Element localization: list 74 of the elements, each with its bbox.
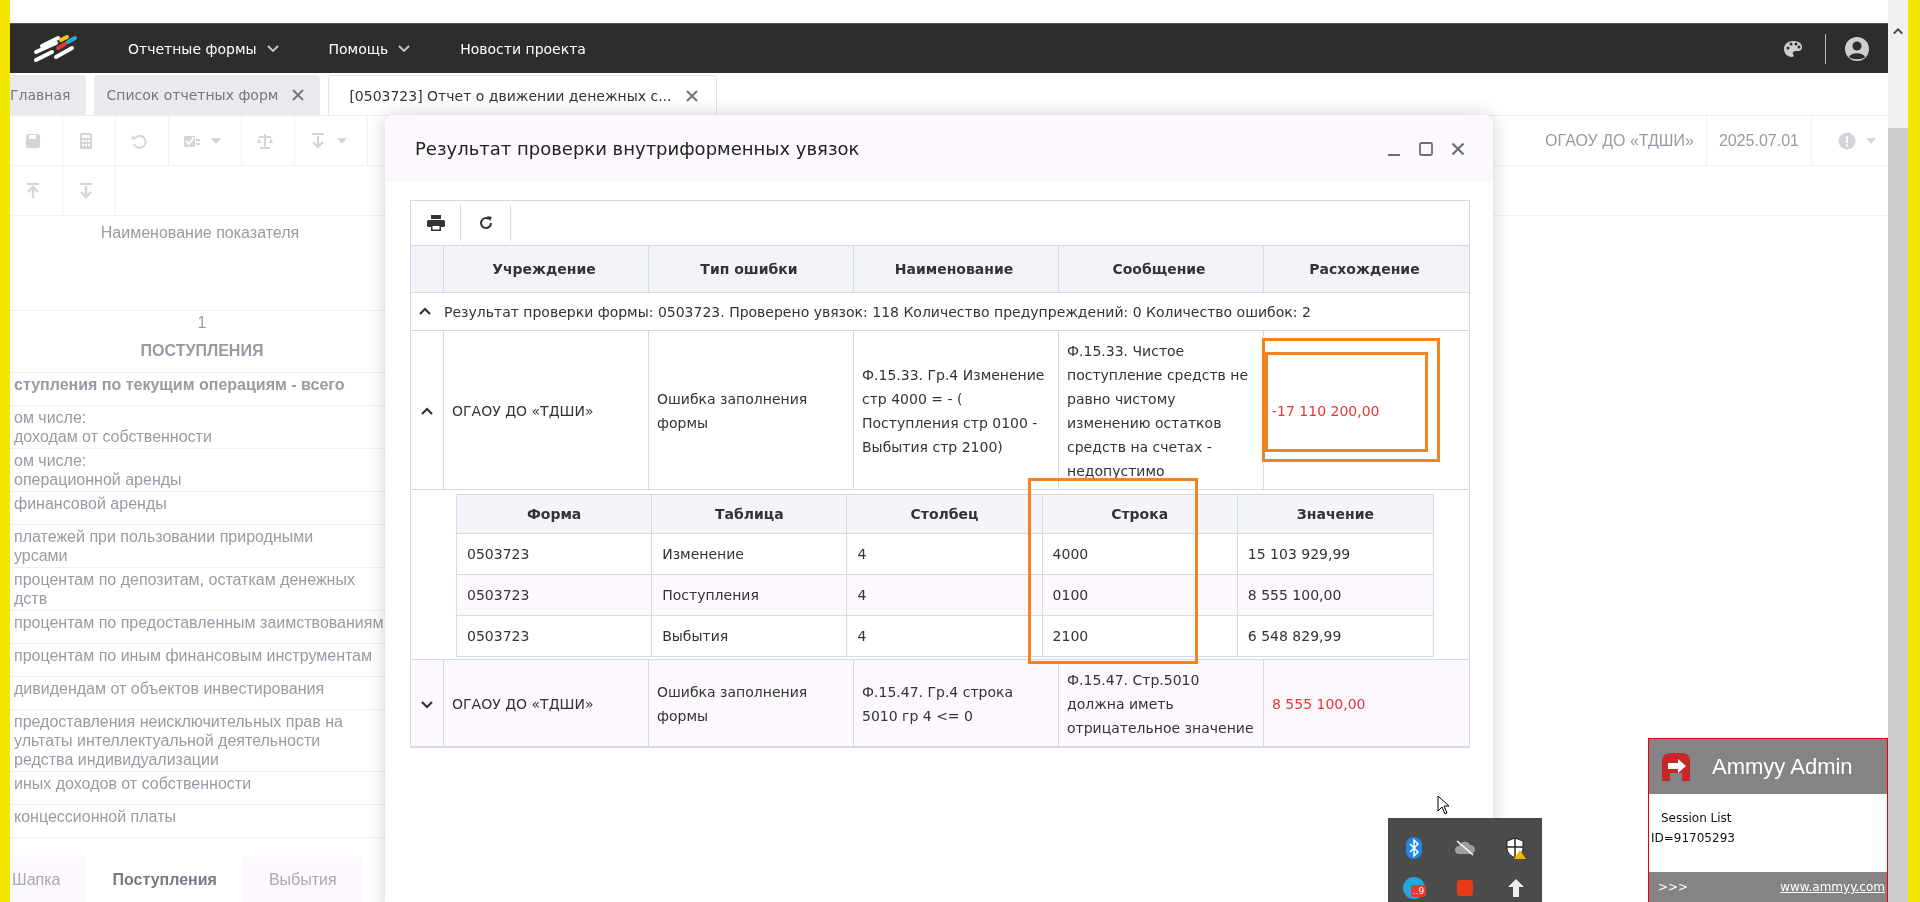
date-label: 2025.07.01 — [1706, 116, 1812, 165]
tab[interactable]: Главная — [10, 75, 87, 115]
column-header: Сообщение — [1059, 246, 1264, 292]
table-cell: Ф.15.47. Стр.5010 должна иметь отрицательное значение — [1059, 660, 1264, 746]
dialog-title: Результат проверки внутриформенных увязок — [415, 138, 860, 159]
table-cell: 4 — [847, 616, 1043, 656]
close-icon[interactable] — [1451, 141, 1465, 156]
sheet-tab[interactable]: Шапка — [10, 857, 87, 902]
chevron-icon[interactable] — [420, 405, 434, 417]
id-label: ID=91705293 — [1651, 831, 1736, 845]
notification-badge: ..9 — [1410, 885, 1427, 897]
column-header: Тип ошибки — [649, 246, 854, 292]
column-header: Расхождение — [1308, 260, 1421, 279]
mouse-pointer-icon — [1437, 795, 1451, 815]
column-header: Значение — [1295, 505, 1375, 524]
table-cell: Изменение — [652, 534, 848, 574]
table-cell: 0503723 — [457, 534, 653, 574]
cloud-off-icon[interactable] — [1454, 840, 1476, 856]
table-cell-text: 8 555 100,00 — [1246, 586, 1343, 605]
palette-icon[interactable] — [1783, 38, 1803, 59]
scroll-up-icon[interactable] — [1892, 26, 1904, 36]
menu-item[interactable]: Помощь — [328, 34, 411, 63]
table-cell: 4000 — [1042, 534, 1238, 574]
print-icon — [426, 215, 445, 231]
column-header: Наименование — [854, 246, 1059, 292]
table-cell: 0100 — [1042, 575, 1238, 615]
tab[interactable]: Список отчетных форм — [94, 75, 321, 115]
table-cell: 0503723 — [457, 575, 653, 615]
app-logo[interactable] — [32, 33, 78, 64]
column-header: Столбец — [847, 495, 1043, 533]
table-cell-text: 6 548 829,99 — [1246, 627, 1343, 646]
group-summary: Результат проверки формы: 0503723. Проверено увязок: 118 Количество предупреждений: 0 Количество ошибок: 2 — [444, 303, 1311, 320]
table-cell-text: 8 555 100,00 — [1272, 695, 1366, 714]
table-cell: 0503723 — [457, 616, 653, 656]
shield-warning-icon[interactable] — [1506, 837, 1527, 859]
user-avatar-icon[interactable] — [1844, 35, 1870, 62]
website-link[interactable]: www.ammyy.com — [1780, 880, 1885, 894]
table-cell: 4 — [847, 534, 1043, 574]
table-cell-text: 15 103 929,99 — [1246, 545, 1352, 564]
maximize-icon[interactable] — [1419, 141, 1433, 156]
column-header: Строка — [1042, 495, 1238, 533]
table-cell: Ф.15.33. Гр.4 Изменение стр 4000 = - ( Поступления стр 0100 - Выбытия стр 2100) — [854, 331, 1059, 489]
table-cell: Ф.15.47. Гр.4 строка 5010 гр 4 <= 0 — [854, 660, 1059, 746]
table-cell: ОГАОУ ДО «ТДШИ» — [444, 660, 649, 746]
menu-item[interactable]: Отчетные формы — [128, 34, 279, 63]
table-cell: Ошибка заполнения формы — [649, 331, 854, 489]
organization-label: ОГАОУ ДО «ТДШИ» — [1533, 116, 1707, 165]
sheet-tab[interactable]: Выбытия — [242, 857, 363, 902]
chevron-icon[interactable] — [418, 306, 432, 317]
table-cell: Ф.15.33. Чистое поступление средств не равно чистому изменению остатков средств на счетах - недопустимо — [1059, 331, 1264, 489]
column-header: Форма — [457, 495, 653, 533]
close-icon[interactable] — [685, 89, 698, 102]
session-list-label: Session List — [1660, 811, 1733, 825]
refresh-icon — [477, 215, 494, 231]
messenger-icon[interactable]: ..9 — [1402, 877, 1425, 899]
table-cell: Поступления — [652, 575, 848, 615]
expand-link[interactable]: >>> — [1658, 880, 1689, 894]
column-header: Учреждение — [444, 246, 649, 292]
close-icon[interactable] — [292, 89, 305, 101]
table-cell: 2100 — [1042, 616, 1238, 656]
table-cell: Выбытия — [652, 616, 848, 656]
table-cell-text: -17 110 200,00 — [1272, 402, 1380, 421]
table-cell: ОГАОУ ДО «ТДШИ» — [444, 331, 649, 489]
table-cell-text: 1 — [196, 313, 208, 333]
table-cell: 4 — [847, 575, 1043, 615]
chevron-icon[interactable] — [420, 698, 434, 710]
tab[interactable]: [0503723] Отчет о движении денежных с... — [328, 75, 717, 115]
window-title: Ammyy Admin — [1712, 753, 1853, 780]
bluetooth-icon[interactable] — [1405, 837, 1422, 859]
scrollbar[interactable] — [1888, 0, 1908, 902]
upload-arrow-icon[interactable] — [1507, 878, 1526, 898]
column-header: Таблица — [652, 495, 848, 533]
menu-item[interactable]: Новости проекта — [460, 34, 586, 63]
table-cell: Ошибка заполнения формы — [649, 660, 854, 746]
